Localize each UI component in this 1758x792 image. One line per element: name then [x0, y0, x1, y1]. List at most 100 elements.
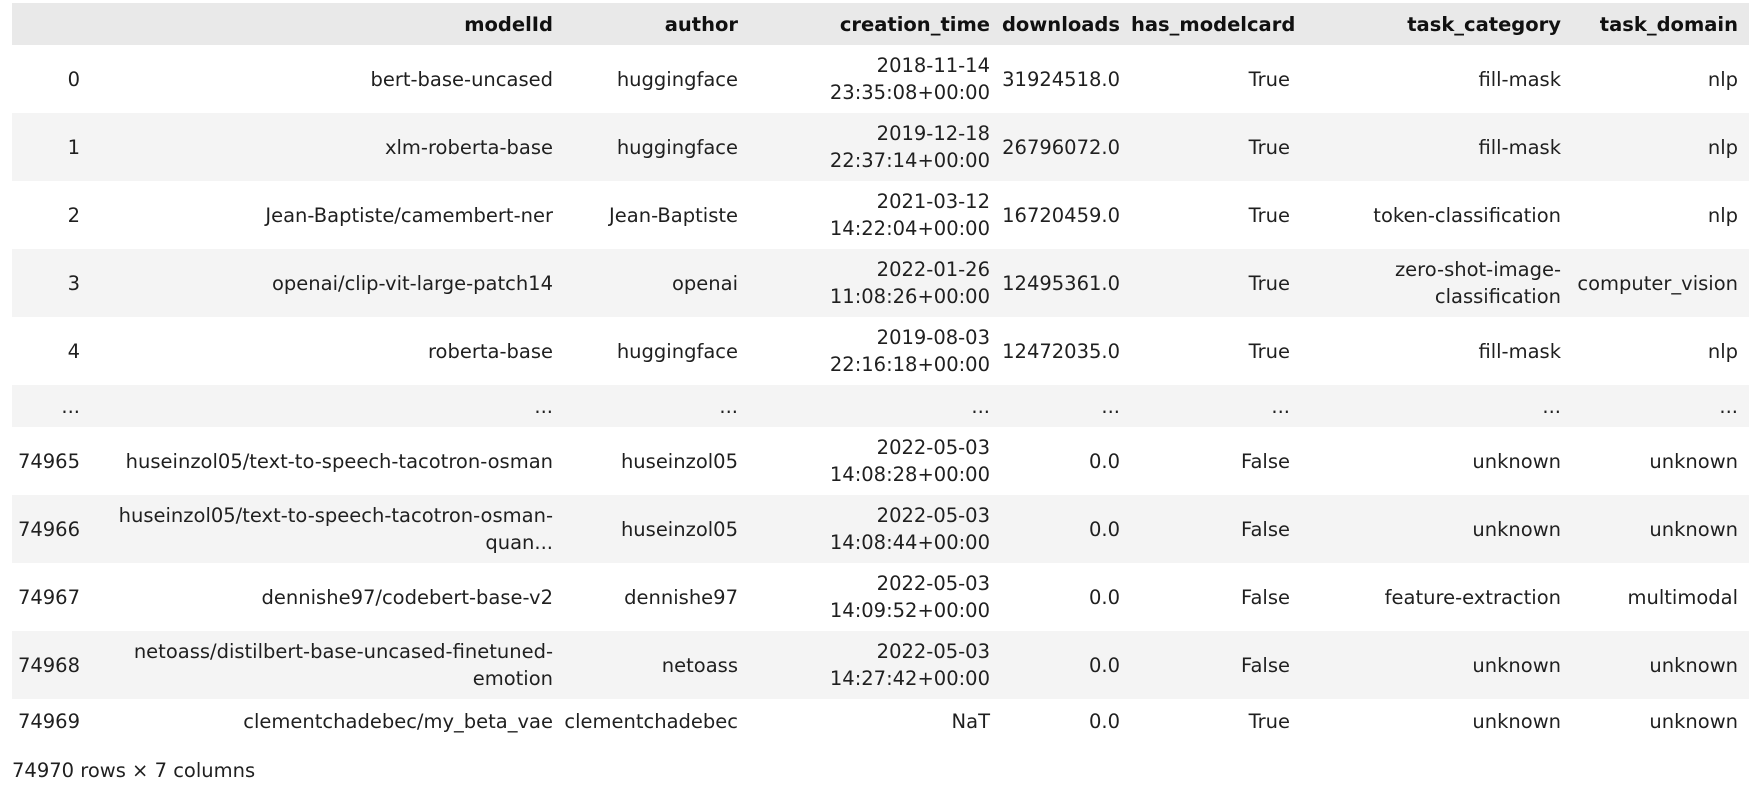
cell-downloads: 12472035.0 — [1002, 339, 1120, 363]
column-header-author: author — [564, 3, 749, 45]
cell-task-category: unknown — [1472, 653, 1561, 677]
cell-modelId: clementchadebec/my_beta_vae — [243, 709, 553, 733]
cell-has-modelcard: ... — [1271, 394, 1290, 418]
cell-task-category: fill-mask — [1478, 67, 1561, 91]
index-header — [12, 3, 91, 45]
cell-modelId: huseinzol05/text-to-speech-tacotron-osma… — [118, 504, 553, 554]
cell-modelId: huseinzol05/text-to-speech-tacotron-osma… — [125, 449, 553, 473]
cell-creation-time: 2021-03-12 14:22:04+00:00 — [829, 190, 990, 240]
cell-author: huseinzol05 — [620, 517, 738, 541]
cell-downloads: 0.0 — [1088, 585, 1120, 609]
cell-author: Jean-Baptiste — [609, 203, 738, 227]
row-index: ... — [61, 394, 80, 418]
cell-has-modelcard: True — [1248, 67, 1290, 91]
cell-has-modelcard: True — [1248, 339, 1290, 363]
cell-task-domain: multimodal — [1627, 585, 1738, 609]
cell-task-domain: nlp — [1707, 339, 1738, 363]
cell-creation-time: 2022-05-03 14:08:28+00:00 — [829, 436, 990, 486]
cell-author: dennishe97 — [624, 585, 738, 609]
column-header-modelId: modelId — [91, 3, 564, 45]
table-row: 74968 netoass/distilbert-base-uncased-fin… — [12, 631, 1749, 699]
cell-has-modelcard: True — [1248, 271, 1290, 295]
dataframe-table: modelId author creation_time downloads h… — [12, 3, 1749, 743]
table-body: 0 bert-base-uncased huggingface 2018-11-14 … — [12, 45, 1749, 743]
row-index: 3 — [67, 271, 80, 295]
ellipsis-row: ........................ — [12, 385, 1749, 427]
cell-downloads: ... — [1101, 394, 1120, 418]
cell-creation-time: ... — [971, 394, 990, 418]
cell-creation-time: 2022-01-26 11:08:26+00:00 — [829, 258, 990, 308]
cell-downloads: 0.0 — [1088, 517, 1120, 541]
cell-downloads: 12495361.0 — [1002, 271, 1120, 295]
table-row: 1 xlm-roberta-base huggingface 2019-12-18 2… — [12, 113, 1749, 181]
table-row: 2 Jean-Baptiste/camembert-ner Jean-Baptist… — [12, 181, 1749, 249]
column-header-task-domain: task_domain — [1572, 3, 1749, 45]
table-row: 74966 huseinzol05/text-to-speech-tacotron… — [12, 495, 1749, 563]
cell-task-category: unknown — [1472, 517, 1561, 541]
cell-downloads: 31924518.0 — [1002, 67, 1120, 91]
cell-downloads: 0.0 — [1088, 709, 1120, 733]
cell-author: netoass — [661, 653, 738, 677]
cell-author: huggingface — [616, 67, 738, 91]
cell-modelId: openai/clip-vit-large-patch14 — [271, 271, 553, 295]
row-index: 0 — [67, 67, 80, 91]
cell-has-modelcard: False — [1241, 585, 1290, 609]
cell-task-category: zero-shot-image-classification — [1394, 258, 1561, 308]
column-header-creation-time: creation_time — [749, 3, 1001, 45]
cell-modelId: bert-base-uncased — [370, 67, 553, 91]
cell-has-modelcard: False — [1241, 449, 1290, 473]
cell-creation-time: 2022-05-03 14:08:44+00:00 — [829, 504, 990, 554]
row-index: 74967 — [17, 585, 80, 609]
cell-author: ... — [719, 394, 738, 418]
cell-downloads: 0.0 — [1088, 449, 1120, 473]
cell-task-category: fill-mask — [1478, 339, 1561, 363]
cell-modelId: dennishe97/codebert-base-v2 — [261, 585, 553, 609]
cell-task-category: unknown — [1472, 709, 1561, 733]
row-index: 1 — [67, 135, 80, 159]
cell-creation-time: 2022-05-03 14:09:52+00:00 — [829, 572, 990, 622]
cell-task-domain: unknown — [1649, 449, 1738, 473]
table-row: 74969 clementchadebec/my_beta_vae clementc… — [12, 699, 1749, 743]
row-index: 2 — [67, 203, 80, 227]
cell-has-modelcard: True — [1248, 203, 1290, 227]
cell-author: clementchadebec — [564, 709, 738, 733]
shape-note: 74970 rows × 7 columns — [12, 759, 256, 782]
cell-has-modelcard: True — [1248, 135, 1290, 159]
cell-creation-time: 2022-05-03 14:27:42+00:00 — [829, 640, 990, 690]
cell-downloads: 26796072.0 — [1002, 135, 1120, 159]
cell-creation-time: 2019-08-03 22:16:18+00:00 — [829, 326, 990, 376]
cell-author: huggingface — [616, 135, 738, 159]
cell-task-domain: unknown — [1649, 709, 1738, 733]
cell-modelId: roberta-base — [427, 339, 553, 363]
cell-creation-time: NaT — [951, 709, 990, 733]
cell-modelId: Jean-Baptiste/camembert-ner — [265, 203, 553, 227]
cell-task-category: token-classification — [1373, 203, 1561, 227]
row-index: 4 — [67, 339, 80, 363]
cell-task-category: feature-extraction — [1384, 585, 1561, 609]
cell-task-domain: unknown — [1649, 653, 1738, 677]
cell-task-category: ... — [1542, 394, 1561, 418]
cell-modelId: ... — [534, 394, 553, 418]
table-row: 4 roberta-base huggingface 2019-08-03 22:16… — [12, 317, 1749, 385]
row-index: 74969 — [17, 709, 80, 733]
dataframe-output: modelId author creation_time downloads h… — [12, 3, 1749, 784]
cell-task-domain: unknown — [1649, 517, 1738, 541]
cell-task-category: unknown — [1472, 449, 1561, 473]
cell-task-domain: nlp — [1707, 67, 1738, 91]
cell-downloads: 16720459.0 — [1002, 203, 1120, 227]
table-row: 74967 dennishe97/codebert-base-v2 dennishe… — [12, 563, 1749, 631]
cell-task-domain: nlp — [1707, 135, 1738, 159]
column-header-downloads: downloads — [1001, 3, 1131, 45]
cell-creation-time: 2019-12-18 22:37:14+00:00 — [829, 122, 990, 172]
cell-creation-time: 2018-11-14 23:35:08+00:00 — [829, 54, 990, 104]
column-header-has-modelcard: has_modelcard — [1131, 3, 1301, 45]
cell-task-domain: computer_vision — [1577, 271, 1738, 295]
cell-author: huggingface — [616, 339, 738, 363]
header-row: modelId author creation_time downloads h… — [12, 3, 1749, 45]
table-header: modelId author creation_time downloads h… — [12, 3, 1749, 45]
cell-author: openai — [671, 271, 738, 295]
cell-has-modelcard: True — [1248, 709, 1290, 733]
table-row: 74965 huseinzol05/text-to-speech-tacotron… — [12, 427, 1749, 495]
cell-task-domain: nlp — [1707, 203, 1738, 227]
table-row: 3 openai/clip-vit-large-patch14 openai 2022… — [12, 249, 1749, 317]
